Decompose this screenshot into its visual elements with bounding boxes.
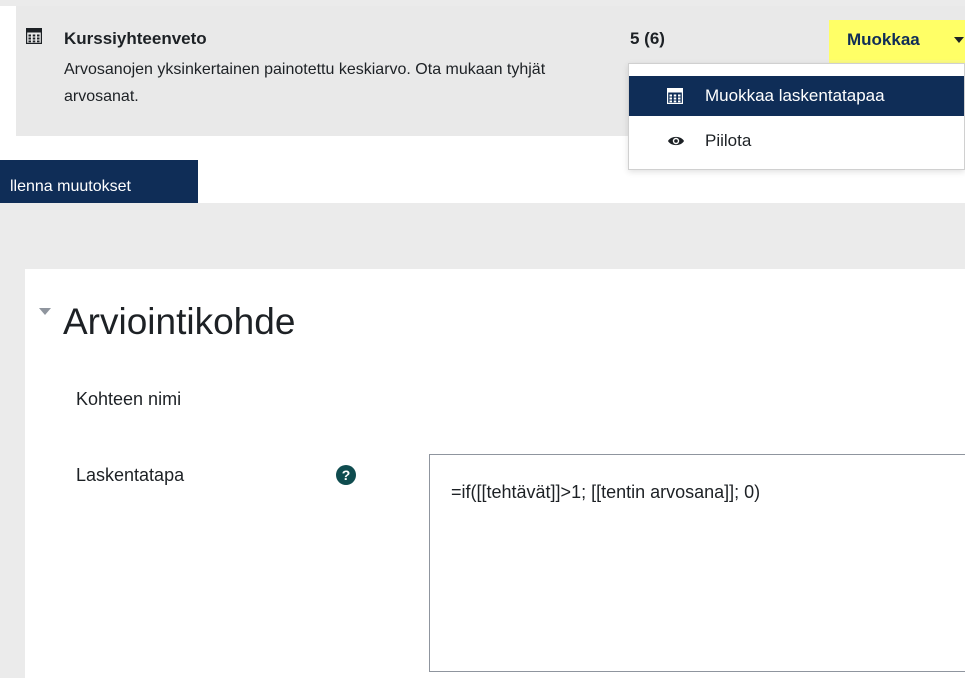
eye-icon (667, 133, 685, 153)
calculation-label: Laskentatapa (76, 465, 185, 485)
menu-item-hide[interactable]: Piilota (629, 121, 964, 161)
question-icon[interactable]: ? (336, 465, 356, 485)
grade-item-description: Arvosanojen yksinkertainen painotettu ke… (64, 61, 546, 105)
grade-item-weight: 5 (6) (630, 29, 665, 48)
save-changes-button[interactable]: llenna muutokset (0, 160, 198, 203)
edit-menu-button-label: Muokkaa (847, 30, 920, 49)
calculation-textarea[interactable]: =if([[tehtävät]]>1; [[tentin arvosana]];… (429, 454, 965, 672)
calculator-icon (26, 28, 42, 49)
menu-item-edit-calculation[interactable]: Muokkaa laskentatapaa (629, 76, 964, 116)
section-title: Arviointikohde (63, 301, 296, 342)
edit-menu-button[interactable]: Muokkaa (829, 20, 965, 60)
calculator-icon (667, 88, 683, 109)
grade-items-panel: Kurssiyhteenveto Arvosanojen yksinkertai… (0, 0, 965, 203)
edit-dropdown-menu: Muokkaa laskentatapaa Piilota (628, 63, 965, 170)
grade-item-title: Kurssiyhteenveto (64, 29, 207, 48)
menu-item-label: Piilota (705, 131, 752, 150)
menu-item-label: Muokkaa laskentatapaa (705, 86, 885, 105)
item-name-label: Kohteen nimi (76, 389, 182, 409)
caret-down-icon (954, 37, 964, 43)
collapse-caret-icon[interactable] (39, 308, 51, 315)
save-changes-label: llenna muutokset (10, 178, 131, 195)
calculation-formula: =if([[tehtävät]]>1; [[tentin arvosana]];… (451, 482, 761, 502)
